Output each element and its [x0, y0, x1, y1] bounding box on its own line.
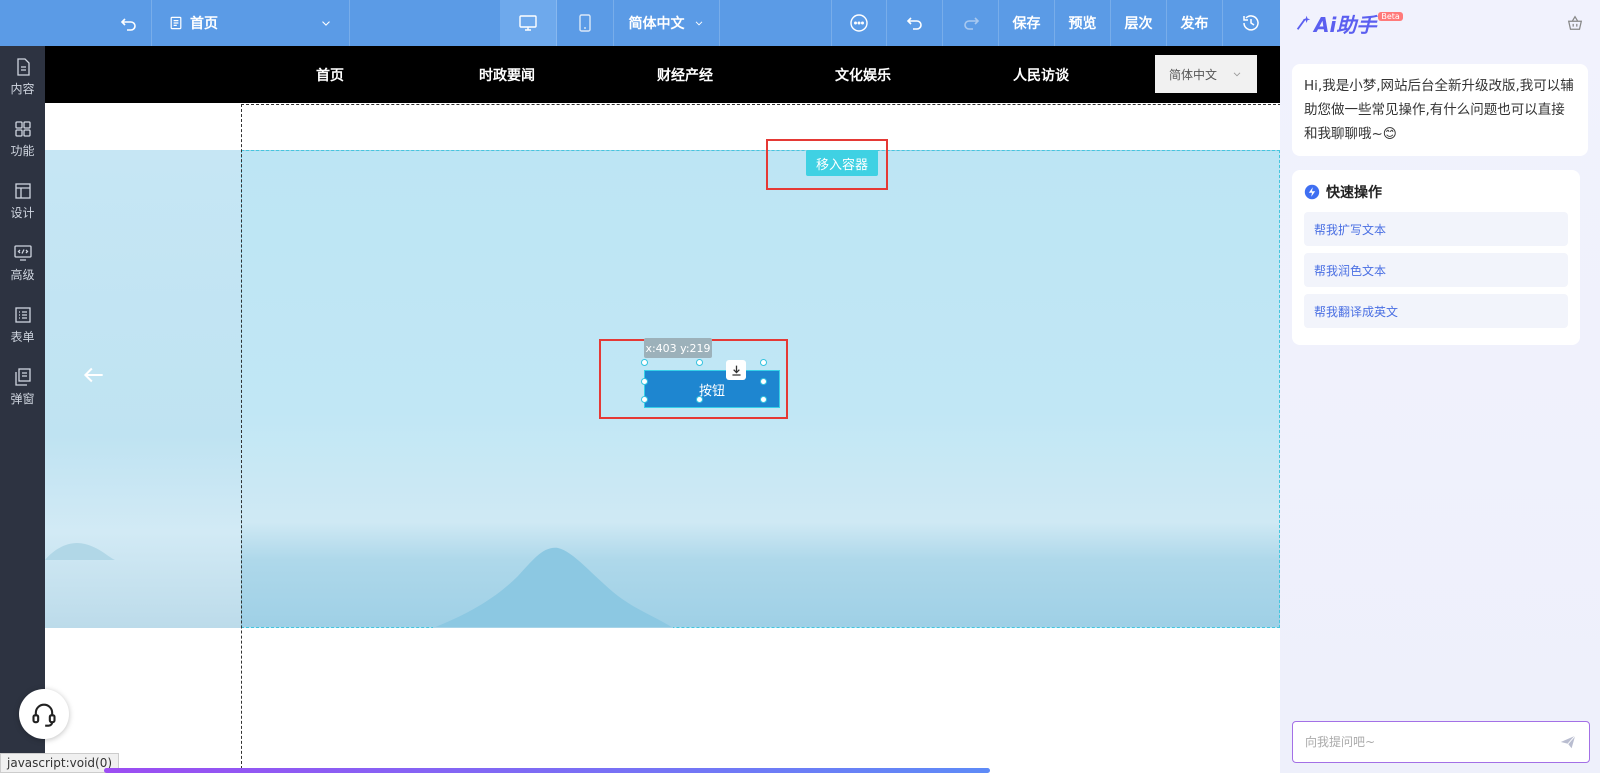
undo-button[interactable]: [887, 0, 943, 46]
mobile-icon: [579, 14, 591, 32]
sidebar-item-form[interactable]: 表单: [0, 294, 45, 356]
quick-actions-card: 快速操作 帮我扩写文本 帮我润色文本 帮我翻译成英文: [1292, 170, 1580, 345]
history-button[interactable]: [1223, 0, 1279, 46]
quick-actions-title-text: 快速操作: [1326, 185, 1382, 201]
top-toolbar: 首页 简体中文 保存 预览 层次 发布: [0, 0, 1280, 46]
loading-progress-bar: [104, 768, 990, 773]
sidebar-item-label: 设计: [10, 206, 35, 220]
site-navbar: 首页 时政要闻 财经产经 文化娱乐 人民访谈 简体中文: [45, 46, 1280, 103]
undo-icon: [906, 17, 922, 30]
file-icon: [16, 58, 30, 76]
arrow-left-icon: [83, 367, 103, 383]
status-bar-link: javascript:void(0): [0, 753, 120, 773]
ai-panel-header: Ai助手 Beta: [1280, 0, 1600, 46]
quick-action-polish-text[interactable]: 帮我润色文本: [1304, 253, 1568, 287]
ai-assistant-panel: Ai助手 Beta Hi,我是小梦,网站后台全新升级改版,我可以辅助您做一些常见…: [1280, 0, 1600, 773]
more-icon: [850, 14, 868, 32]
sparkle-icon: [1296, 15, 1311, 30]
selected-button-element[interactable]: 按钮: [644, 370, 780, 408]
quick-action-translate[interactable]: 帮我翻译成英文: [1304, 294, 1568, 328]
page-selector-label: 首页: [190, 16, 218, 32]
lightning-icon: [1304, 184, 1320, 200]
headset-icon: [32, 703, 56, 727]
basket-icon[interactable]: [1566, 14, 1584, 32]
beta-badge: Beta: [1378, 11, 1403, 21]
sidebar-item-popup[interactable]: 弹窗: [0, 356, 45, 418]
move-into-container-tag[interactable]: 移入容器: [806, 150, 878, 176]
preview-button[interactable]: 预览: [1055, 0, 1111, 46]
ai-input-box: [1292, 721, 1590, 763]
save-button[interactable]: 保存: [999, 0, 1055, 46]
nav-link-politics[interactable]: 时政要闻: [479, 65, 535, 85]
nav-link-finance[interactable]: 财经产经: [657, 65, 713, 85]
quick-action-expand-text[interactable]: 帮我扩写文本: [1304, 212, 1568, 246]
left-hill-illustration: [45, 542, 115, 560]
quick-actions-title: 快速操作: [1304, 182, 1568, 202]
banner-prev-arrow[interactable]: [81, 362, 107, 395]
redo-button[interactable]: [943, 0, 999, 46]
mobile-view-button[interactable]: [557, 0, 614, 46]
layers-icon: [14, 368, 31, 386]
coordinate-tooltip: x:403 y:219: [644, 338, 712, 358]
sidebar-item-design[interactable]: 设计: [0, 170, 45, 232]
ai-logo-text: Ai助手: [1314, 12, 1377, 37]
page-icon: [170, 16, 182, 30]
site-language-label: 简体中文: [1169, 67, 1218, 82]
grid-icon: [14, 121, 31, 137]
ai-question-input[interactable]: [1305, 735, 1545, 749]
resize-handle[interactable]: [641, 396, 648, 403]
resize-handle[interactable]: [760, 396, 767, 403]
resize-handle[interactable]: [696, 359, 703, 366]
back-arrow-icon: [120, 18, 136, 31]
support-button[interactable]: [19, 689, 69, 739]
sidebar-item-advanced[interactable]: 高级: [0, 232, 45, 294]
site-language-select[interactable]: 简体中文: [1155, 55, 1257, 93]
language-selector[interactable]: 简体中文: [614, 0, 720, 46]
nav-link-home[interactable]: 首页: [316, 65, 344, 85]
sidebar-item-label: 表单: [10, 330, 35, 344]
layout-icon: [14, 183, 31, 199]
redo-icon: [963, 17, 979, 30]
chevron-down-icon: [695, 21, 702, 26]
resize-handle[interactable]: [760, 359, 767, 366]
resize-handle[interactable]: [641, 378, 648, 385]
chevron-down-icon: [1233, 72, 1241, 77]
sidebar-item-label: 弹窗: [10, 392, 35, 406]
chevron-down-icon: [322, 21, 330, 26]
resize-handle[interactable]: [641, 359, 648, 366]
nav-link-culture[interactable]: 文化娱乐: [835, 65, 891, 85]
history-icon: [1243, 15, 1259, 31]
desktop-icon: [519, 15, 537, 31]
layers-button[interactable]: 层次: [1111, 0, 1167, 46]
page-selector[interactable]: 首页: [152, 0, 350, 46]
left-sidebar: 内容 功能 设计 高级 表单 弹窗: [0, 46, 45, 773]
ai-logo: Ai助手 Beta: [1294, 9, 1403, 38]
code-icon: [13, 245, 32, 261]
editor-canvas: 首页 时政要闻 财经产经 文化娱乐 人民访谈 简体中文 移入容器 x:403 y…: [45, 46, 1280, 773]
sidebar-item-label: 内容: [10, 82, 35, 96]
nav-link-interviews[interactable]: 人民访谈: [1013, 65, 1069, 85]
selected-container-outline: [241, 104, 1280, 773]
ai-greeting-message: Hi,我是小梦,网站后台全新升级改版,我可以辅助您做一些常见操作,有什么问题也可…: [1292, 64, 1588, 156]
back-button[interactable]: [0, 0, 152, 46]
sidebar-item-function[interactable]: 功能: [0, 108, 45, 170]
publish-button[interactable]: 发布: [1167, 0, 1223, 46]
desktop-view-button[interactable]: [500, 0, 557, 46]
sidebar-item-label: 高级: [10, 268, 35, 282]
resize-handle[interactable]: [696, 396, 703, 403]
list-icon: [14, 307, 31, 323]
language-selector-label: 简体中文: [628, 16, 685, 32]
send-icon[interactable]: [1559, 733, 1577, 751]
resize-handle[interactable]: [760, 378, 767, 385]
download-icon: [731, 365, 741, 376]
sidebar-item-label: 功能: [10, 144, 35, 158]
more-button[interactable]: [831, 0, 887, 46]
download-button[interactable]: [726, 360, 746, 380]
sidebar-item-content[interactable]: 内容: [0, 46, 45, 108]
